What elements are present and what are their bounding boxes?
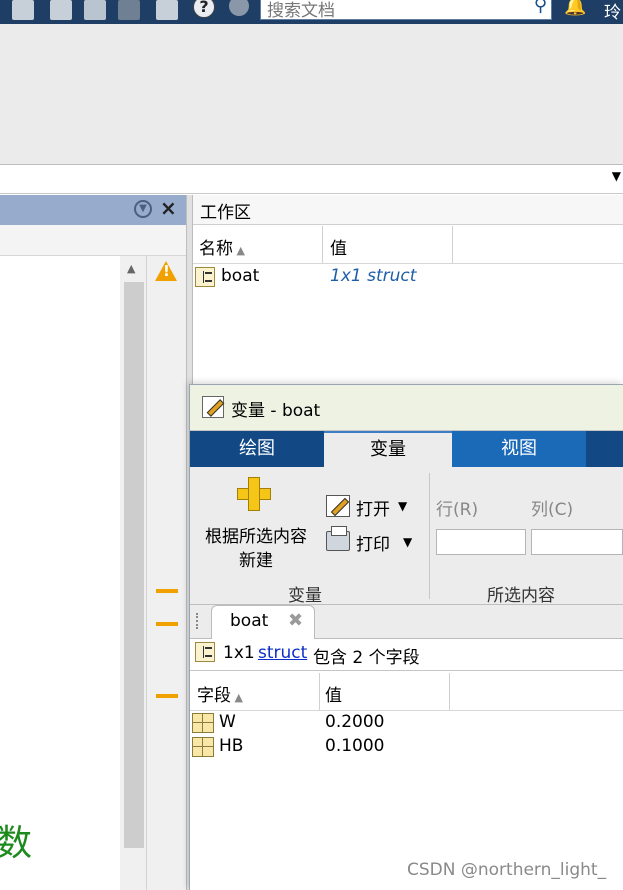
chevron-down-icon[interactable]: ▼ bbox=[612, 169, 621, 183]
column-header-name-label: 名称 bbox=[199, 239, 233, 259]
ribbon-tab-bar: 绘图 变量 视图 bbox=[190, 431, 623, 467]
panel-menu-icon[interactable]: ▼ bbox=[134, 200, 152, 218]
variable-name: boat bbox=[221, 266, 260, 286]
main-ribbon bbox=[0, 24, 623, 165]
row-selection-input[interactable] bbox=[436, 529, 526, 555]
numeric-field-icon bbox=[192, 737, 214, 757]
tab-label: boat bbox=[230, 611, 269, 631]
column-divider[interactable] bbox=[319, 673, 320, 710]
undo-icon[interactable] bbox=[84, 0, 106, 20]
command-window-content[interactable]: 数 bbox=[0, 256, 120, 890]
document-tab-bar: boat ✖ bbox=[190, 605, 623, 639]
notification-bell-icon[interactable]: 🔔 bbox=[564, 0, 586, 17]
command-window-subheader bbox=[0, 225, 186, 256]
field-row[interactable]: W 0.2000 bbox=[190, 711, 623, 735]
warning-marker[interactable] bbox=[156, 622, 178, 626]
new-from-selection-label-line1: 根据所选内容 bbox=[205, 527, 307, 547]
variable-value: 1x1 struct bbox=[330, 266, 417, 286]
field-value: 0.1000 bbox=[325, 736, 385, 756]
print-button[interactable]: 打印 bbox=[356, 530, 390, 555]
column-header-value[interactable]: 值 bbox=[325, 681, 342, 706]
field-name: HB bbox=[219, 736, 244, 756]
workspace-title: 工作区 bbox=[200, 203, 251, 223]
tab-variable[interactable]: 变量 bbox=[324, 431, 452, 467]
drag-grip[interactable] bbox=[196, 613, 200, 629]
chevron-down-icon[interactable]: ▼ bbox=[403, 535, 412, 549]
struct-info-bar: 1x1 struct 包含 2 个字段 bbox=[190, 639, 623, 671]
command-window-text: 数 bbox=[0, 823, 33, 864]
open-button[interactable]: 打开 bbox=[356, 495, 390, 520]
chevron-down-icon[interactable]: ▼ bbox=[398, 499, 407, 513]
variables-editor-window: 变量 - boat 绘图 变量 视图 根据所选内容 新建 打开 ▼ 打印 ▼ 变… bbox=[189, 384, 623, 890]
struct-variable-icon bbox=[195, 267, 215, 287]
column-header-value[interactable]: 值 bbox=[330, 234, 347, 259]
new-from-selection-label-line2: 新建 bbox=[239, 551, 273, 571]
help-icon[interactable]: ? bbox=[193, 0, 215, 18]
variable-ribbon: 根据所选内容 新建 打开 ▼ 打印 ▼ 变量 行(R) 列(C) 所选内容 bbox=[190, 467, 623, 606]
message-marker-bar bbox=[146, 256, 187, 890]
column-header-field[interactable]: 字段 ▲ bbox=[197, 681, 243, 706]
close-icon[interactable]: ✖ bbox=[288, 610, 303, 631]
warning-marker[interactable] bbox=[156, 589, 178, 593]
section-label-variable: 变量 bbox=[288, 586, 322, 606]
new-from-selection-button[interactable]: 根据所选内容 新建 bbox=[198, 525, 314, 573]
tab-boat[interactable]: boat ✖ bbox=[211, 605, 315, 639]
search-placeholder: 搜索文档 bbox=[267, 1, 335, 21]
watermark: CSDN @northern_light_ bbox=[407, 860, 607, 880]
column-divider[interactable] bbox=[452, 226, 453, 263]
paste-icon[interactable] bbox=[50, 0, 72, 20]
sort-ascending-icon: ▲ bbox=[231, 691, 243, 704]
scrollbar-thumb[interactable] bbox=[124, 282, 144, 848]
field-value: 0.2000 bbox=[325, 712, 385, 732]
column-header-field-label: 字段 bbox=[197, 686, 231, 706]
sort-ascending-icon: ▲ bbox=[233, 244, 245, 257]
column-selection-input[interactable] bbox=[531, 529, 623, 555]
variables-editor-title: 变量 - boat bbox=[231, 401, 321, 421]
column-divider[interactable] bbox=[322, 226, 323, 263]
field-name: W bbox=[219, 712, 236, 732]
struct-size: 1x1 bbox=[223, 643, 255, 663]
variable-edit-icon bbox=[202, 396, 224, 418]
workspace-row[interactable]: boat 1x1 struct bbox=[193, 264, 623, 290]
column-field-label: 列(C) bbox=[531, 500, 574, 520]
current-folder-bar[interactable]: ▼ bbox=[0, 165, 623, 194]
struct-variable-icon bbox=[195, 642, 215, 662]
search-documentation-input[interactable]: 搜索文档 ⚲ bbox=[260, 0, 552, 21]
tab-view[interactable]: 视图 bbox=[452, 431, 586, 467]
command-window-header: ▼ × bbox=[0, 195, 186, 225]
field-table-header: 字段 ▲ 值 bbox=[190, 673, 623, 711]
tab-plots[interactable]: 绘图 bbox=[190, 431, 324, 467]
printer-icon[interactable] bbox=[326, 526, 350, 551]
warning-exclamation-icon: ! bbox=[163, 262, 170, 280]
open-variable-icon[interactable] bbox=[326, 495, 350, 517]
numeric-field-icon bbox=[192, 713, 214, 733]
section-label-selection: 所选内容 bbox=[487, 586, 555, 606]
workspace-header: 工作区 bbox=[193, 195, 623, 225]
section-divider bbox=[429, 473, 430, 599]
column-divider[interactable] bbox=[449, 673, 450, 710]
struct-doc-link[interactable]: struct bbox=[258, 643, 307, 663]
search-icon[interactable]: ⚲ bbox=[534, 0, 547, 16]
row-field-label: 行(R) bbox=[436, 500, 479, 520]
new-from-selection-icon[interactable] bbox=[237, 477, 271, 511]
user-account-name[interactable]: 玲 bbox=[604, 0, 621, 23]
variables-editor-title-bar[interactable]: 变量 - boat bbox=[190, 385, 623, 431]
redo-icon[interactable] bbox=[118, 0, 140, 20]
scroll-up-arrow-icon[interactable]: ▲ bbox=[127, 262, 135, 275]
field-row[interactable]: HB 0.1000 bbox=[190, 735, 623, 759]
switch-windows-icon[interactable] bbox=[156, 0, 178, 20]
struct-field-count: 包含 2 个字段 bbox=[313, 648, 420, 668]
toolbar-dropdown-icon[interactable] bbox=[229, 0, 249, 16]
quick-access-toolbar: ? 搜索文档 ⚲ 🔔 玲 bbox=[0, 0, 623, 24]
workspace-table-header: 名称 ▲ 值 bbox=[193, 226, 623, 264]
close-icon[interactable]: × bbox=[160, 196, 177, 220]
column-header-name[interactable]: 名称 ▲ bbox=[199, 234, 245, 259]
warning-marker[interactable] bbox=[156, 694, 178, 698]
copy-icon[interactable] bbox=[12, 0, 34, 20]
